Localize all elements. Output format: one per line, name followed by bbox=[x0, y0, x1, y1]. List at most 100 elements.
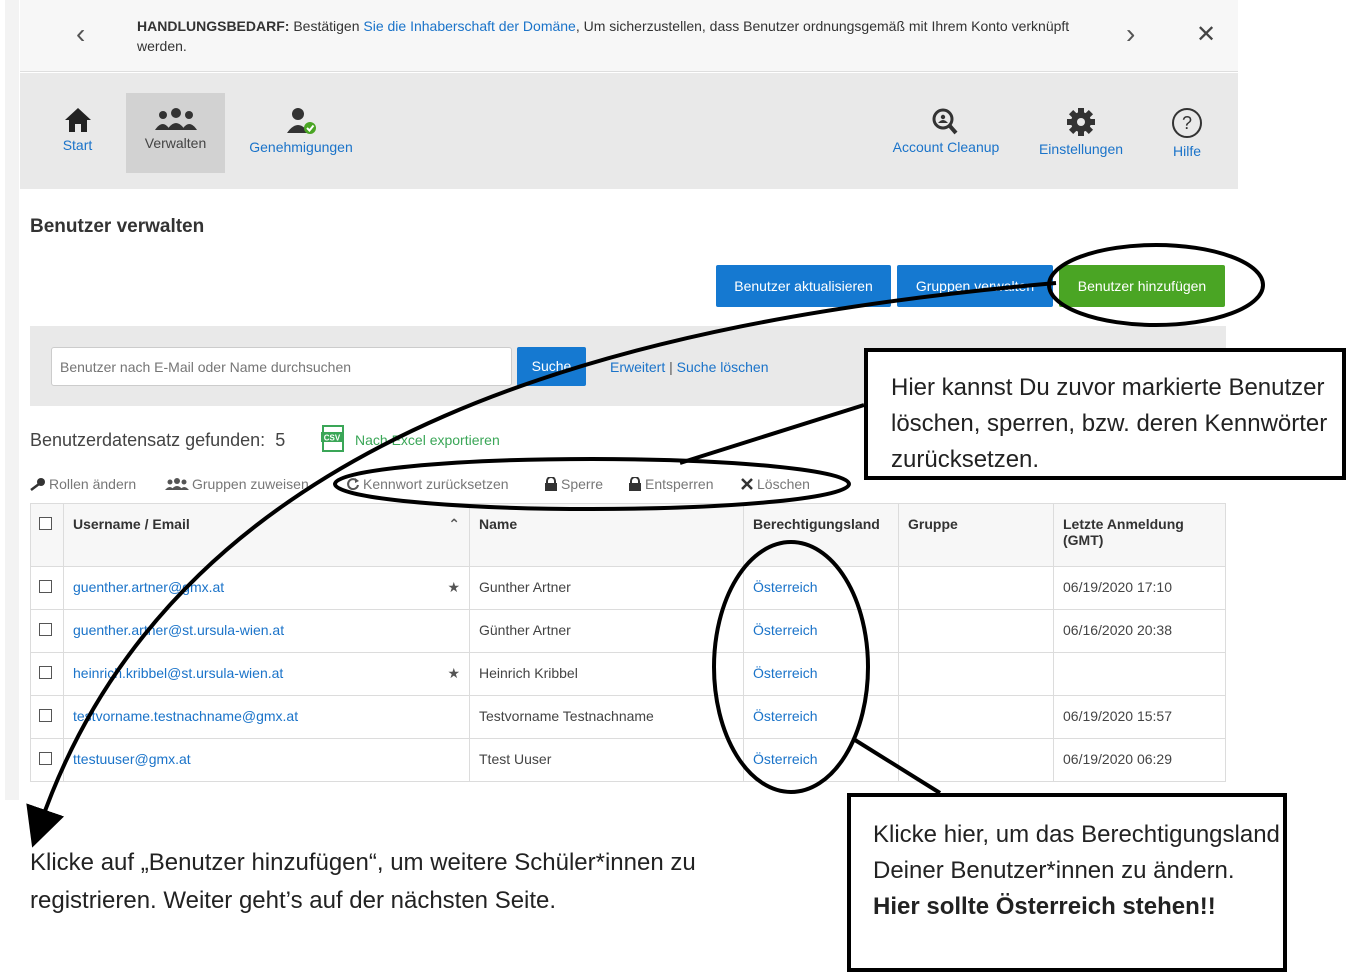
sort-ascending-icon[interactable]: ⌃ bbox=[448, 516, 460, 533]
manage-groups-button[interactable]: Gruppen verwalten bbox=[897, 265, 1053, 307]
cell-last-login: 06/19/2020 17:10 bbox=[1053, 566, 1226, 610]
search-button[interactable]: Suche bbox=[517, 347, 586, 386]
table-row[interactable]: testvorname.testnachname@gmx.at Testvorna… bbox=[30, 695, 1226, 739]
cell-last-login: 06/19/2020 06:29 bbox=[1053, 738, 1226, 782]
unlock-action[interactable]: Entsperren bbox=[628, 476, 713, 492]
star-icon: ★ bbox=[447, 665, 460, 681]
toolbar-einstellungen-label: Einstellungen bbox=[1038, 141, 1124, 157]
callout-berechtigungsland-text: Klicke hier, um das Berechtigungsland De… bbox=[873, 821, 1280, 884]
berechtigungsland-link[interactable]: Österreich bbox=[753, 579, 818, 595]
berechtigungsland-link[interactable]: Österreich bbox=[753, 665, 818, 681]
lock-icon bbox=[545, 476, 557, 491]
window-edge bbox=[5, 0, 19, 800]
verify-domain-link[interactable]: Sie die Inhaberschaft der Domäne bbox=[363, 18, 575, 34]
toolbar-genehmigungen[interactable]: Genehmigungen bbox=[245, 93, 357, 173]
toolbar-hilfe-label: Hilfe bbox=[1172, 143, 1201, 159]
add-user-button[interactable]: Benutzer hinzufügen bbox=[1059, 265, 1225, 307]
row-checkbox[interactable] bbox=[39, 580, 52, 593]
toolbar-einstellungen[interactable]: Einstellungen bbox=[1032, 93, 1130, 173]
table-row[interactable]: heinrich.kribbel@st.ursula-wien.at ★ Heinr… bbox=[30, 652, 1226, 696]
column-username[interactable]: Username / Email ⌃ bbox=[63, 503, 470, 567]
chevron-right-icon[interactable]: › bbox=[1126, 20, 1135, 48]
row-select-cell bbox=[30, 566, 64, 610]
delete-action[interactable]: Löschen bbox=[740, 476, 810, 492]
callout-berechtigungsland-emphasis: Hier sollte Österreich stehen!! bbox=[873, 893, 1216, 920]
column-gruppe-label: Gruppe bbox=[908, 516, 958, 532]
search-links: Erweitert | Suche löschen bbox=[610, 359, 769, 375]
search-input[interactable] bbox=[51, 347, 512, 386]
column-gruppe[interactable]: Gruppe bbox=[898, 503, 1054, 567]
callout-bulk-actions: Hier kannst Du zuvor markierte Benutzer … bbox=[864, 348, 1346, 480]
column-last-login[interactable]: Letzte Anmeldung (GMT) bbox=[1053, 503, 1226, 567]
toolbar-hilfe[interactable]: ? Hilfe bbox=[1160, 93, 1214, 173]
export-excel-link[interactable]: Nach Excel exportieren bbox=[355, 432, 500, 448]
result-count-value: 5 bbox=[275, 430, 286, 450]
toolbar-start-label: Start bbox=[62, 137, 93, 153]
select-all-checkbox[interactable] bbox=[39, 517, 52, 530]
user-email-link[interactable]: guenther.artner@st.ursula-wien.at bbox=[73, 622, 284, 638]
home-icon bbox=[64, 108, 91, 132]
action-required-banner: ‹ HANDLUNGSBEDARF: Bestätigen Sie die In… bbox=[20, 0, 1238, 72]
row-select-cell bbox=[30, 695, 64, 739]
refresh-icon bbox=[347, 478, 359, 491]
toolbar-genehmigungen-label: Genehmigungen bbox=[249, 139, 353, 155]
cell-name: Ttest Uuser bbox=[469, 738, 744, 782]
toolbar-verwalten[interactable]: Verwalten bbox=[126, 93, 225, 173]
cell-gruppe bbox=[898, 738, 1054, 782]
clear-search-link[interactable]: Suche löschen bbox=[677, 359, 769, 375]
toolbar-cleanup-label: Account Cleanup bbox=[892, 139, 1000, 155]
table-row[interactable]: ttestuuser@gmx.at Ttest Uuser Österreich 06… bbox=[30, 738, 1226, 782]
change-roles-label: Rollen ändern bbox=[49, 476, 137, 492]
delete-label: Löschen bbox=[757, 476, 810, 492]
update-users-button[interactable]: Benutzer aktualisieren bbox=[716, 265, 891, 307]
toolbar-account-cleanup[interactable]: Account Cleanup bbox=[888, 93, 1004, 173]
search-users-icon bbox=[932, 108, 958, 135]
result-count: Benutzerdatensatz gefunden: 5 bbox=[30, 430, 285, 451]
close-icon[interactable]: ✕ bbox=[1196, 20, 1216, 49]
cell-last-login: 06/16/2020 20:38 bbox=[1053, 609, 1226, 653]
table-row[interactable]: guenther.artner@gmx.at ★ Gunther Artner Öst… bbox=[30, 566, 1226, 610]
toolbar-start[interactable]: Start bbox=[50, 93, 105, 173]
user-email-link[interactable]: heinrich.kribbel@st.ursula-wien.at bbox=[73, 665, 283, 681]
cell-land: Österreich bbox=[743, 652, 899, 696]
table-header-row: Username / Email ⌃ Name Berechtigungsland… bbox=[30, 503, 1226, 567]
result-count-label: Benutzerdatensatz gefunden: bbox=[30, 430, 266, 450]
row-checkbox[interactable] bbox=[39, 666, 52, 679]
link-separator: | bbox=[665, 359, 677, 375]
column-last-login-label: Letzte Anmeldung (GMT) bbox=[1063, 516, 1184, 548]
berechtigungsland-link[interactable]: Österreich bbox=[753, 751, 818, 767]
cell-email: guenther.artner@st.ursula-wien.at bbox=[63, 609, 470, 653]
cell-gruppe bbox=[898, 652, 1054, 696]
cell-email: testvorname.testnachname@gmx.at bbox=[63, 695, 470, 739]
reset-password-action[interactable]: Kennwort zurücksetzen bbox=[346, 476, 509, 492]
user-email-link[interactable]: guenther.artner@gmx.at bbox=[73, 579, 224, 595]
users-icon bbox=[154, 108, 197, 130]
change-roles-action[interactable]: Rollen ändern bbox=[30, 476, 136, 492]
page-title: Benutzer verwalten bbox=[30, 216, 205, 237]
column-username-label: Username / Email bbox=[73, 516, 190, 532]
toolbar-verwalten-label: Verwalten bbox=[144, 135, 207, 151]
csv-icon[interactable]: CSV bbox=[320, 425, 348, 453]
cell-email: heinrich.kribbel@st.ursula-wien.at ★ bbox=[63, 652, 470, 696]
berechtigungsland-link[interactable]: Österreich bbox=[753, 708, 818, 724]
column-land[interactable]: Berechtigungsland bbox=[743, 503, 899, 567]
lock-action[interactable]: Sperre bbox=[544, 476, 603, 492]
assign-groups-action[interactable]: Gruppen zuweisen bbox=[165, 476, 309, 492]
row-checkbox[interactable] bbox=[39, 623, 52, 636]
column-name[interactable]: Name bbox=[469, 503, 744, 567]
row-checkbox[interactable] bbox=[39, 709, 52, 722]
cell-last-login: 06/19/2020 15:57 bbox=[1053, 695, 1226, 739]
row-checkbox[interactable] bbox=[39, 752, 52, 765]
user-email-link[interactable]: ttestuuser@gmx.at bbox=[73, 751, 191, 767]
user-email-link[interactable]: testvorname.testnachname@gmx.at bbox=[73, 708, 298, 724]
star-icon: ★ bbox=[447, 579, 460, 595]
berechtigungsland-link[interactable]: Österreich bbox=[753, 622, 818, 638]
chevron-left-icon[interactable]: ‹ bbox=[76, 20, 85, 48]
assign-groups-label: Gruppen zuweisen bbox=[192, 476, 309, 492]
advanced-search-link[interactable]: Erweitert bbox=[610, 359, 665, 375]
table-row[interactable]: guenther.artner@st.ursula-wien.at Günther… bbox=[30, 609, 1226, 653]
cell-land: Österreich bbox=[743, 695, 899, 739]
cell-name: Gunther Artner bbox=[469, 566, 744, 610]
cell-email: ttestuuser@gmx.at bbox=[63, 738, 470, 782]
cell-name: Heinrich Kribbel bbox=[469, 652, 744, 696]
